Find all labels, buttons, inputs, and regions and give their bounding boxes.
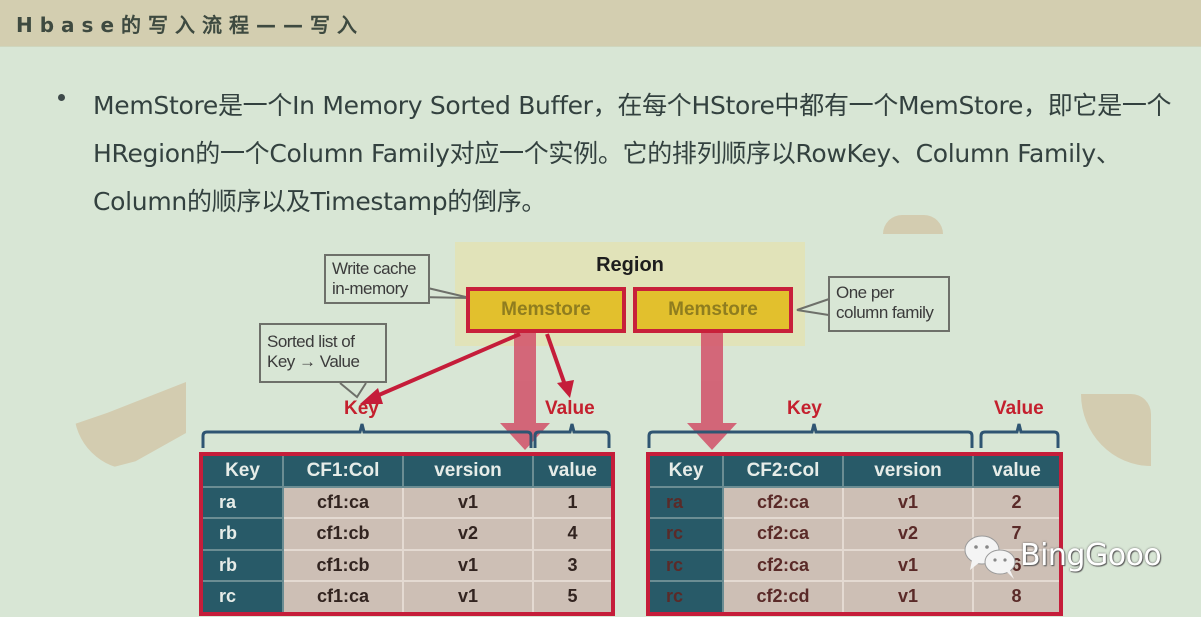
table-cell: 1 xyxy=(533,487,611,520)
memstore-box-1: Memstore xyxy=(466,287,626,333)
watermark: BingGooo xyxy=(962,532,1182,582)
key-label-right: Key xyxy=(787,398,822,419)
table-cell: v2 xyxy=(403,518,534,551)
table-cell: 4 xyxy=(533,518,611,551)
column-header: Key xyxy=(203,456,284,488)
table-cell: cf1:cb xyxy=(283,518,404,551)
memstore-box-2: Memstore xyxy=(633,287,793,333)
table-cell: 8 xyxy=(973,580,1059,612)
row-key-cell: rc xyxy=(203,580,284,612)
table-cell: v1 xyxy=(403,487,534,520)
table-cell: v2 xyxy=(843,518,974,551)
value-label-left: Value xyxy=(545,398,595,419)
row-key-cell: ra xyxy=(650,487,724,520)
callout-one-per-cf: One per column family xyxy=(828,276,950,332)
column-header: CF2:Col xyxy=(723,456,844,488)
cf1-table: Key CF1:Col version value ra cf1:ca v1 1 rb c… xyxy=(199,452,615,616)
brace-value-left xyxy=(533,423,611,448)
table-cell: 5 xyxy=(533,580,611,612)
key-label-left: Key xyxy=(344,398,379,419)
brace-key-left xyxy=(201,423,533,448)
callout-write-cache: Write cache in-memory xyxy=(324,254,430,304)
table-cell: v1 xyxy=(403,549,534,582)
table-cell: v1 xyxy=(843,487,974,520)
callout-pointer-sorted-list xyxy=(339,382,367,399)
row-key-cell: rb xyxy=(203,518,284,551)
arrow-to-value xyxy=(545,333,567,386)
table-header-row: Key CF2:Col version value xyxy=(650,456,1059,488)
memstore-diagram: Region Memstore Memstore Write cache in-… xyxy=(0,0,1201,617)
column-header: value xyxy=(533,456,611,488)
table-row: rc cf2:cd v1 8 xyxy=(650,580,1059,612)
brace-value-right xyxy=(979,423,1060,448)
table-cell: v1 xyxy=(843,549,974,582)
wechat-icon xyxy=(964,535,1016,579)
table-row: rc cf1:ca v1 5 xyxy=(203,580,611,612)
table-cell: cf2:ca xyxy=(723,518,844,551)
table-cell: v1 xyxy=(843,580,974,612)
table-cell: cf2:ca xyxy=(723,549,844,582)
column-header: version xyxy=(403,456,534,488)
table-cell: cf1:cb xyxy=(283,549,404,582)
row-key-cell: rb xyxy=(203,549,284,582)
value-label-right: Value xyxy=(994,398,1044,419)
row-key-cell: rc xyxy=(650,518,724,551)
column-header: CF1:Col xyxy=(283,456,404,488)
table-row: rb cf1:cb v2 4 xyxy=(203,518,611,551)
row-key-cell: rc xyxy=(650,580,724,612)
table-cell: 3 xyxy=(533,549,611,582)
watermark-text: BingGooo xyxy=(1020,538,1162,573)
table-row: rb cf1:cb v1 3 xyxy=(203,549,611,582)
arrow-to-key xyxy=(371,332,521,400)
table-cell: cf2:cd xyxy=(723,580,844,612)
column-header: value xyxy=(973,456,1059,488)
column-header: Key xyxy=(650,456,724,488)
table-row: ra cf2:ca v1 2 xyxy=(650,487,1059,520)
arrow-to-value-head xyxy=(557,380,574,398)
table-cell: cf1:ca xyxy=(283,580,404,612)
table-cell: cf2:ca xyxy=(723,487,844,520)
table-cell: cf1:ca xyxy=(283,487,404,520)
callout-sorted-list: Sorted list of Key → Value xyxy=(259,323,387,383)
table-row: ra cf1:ca v1 1 xyxy=(203,487,611,520)
row-key-cell: rc xyxy=(650,549,724,582)
column-header: version xyxy=(843,456,974,488)
table-cell: v1 xyxy=(403,580,534,612)
table-header-row: Key CF1:Col version value xyxy=(203,456,611,488)
row-key-cell: ra xyxy=(203,487,284,520)
table-cell: 2 xyxy=(973,487,1059,520)
